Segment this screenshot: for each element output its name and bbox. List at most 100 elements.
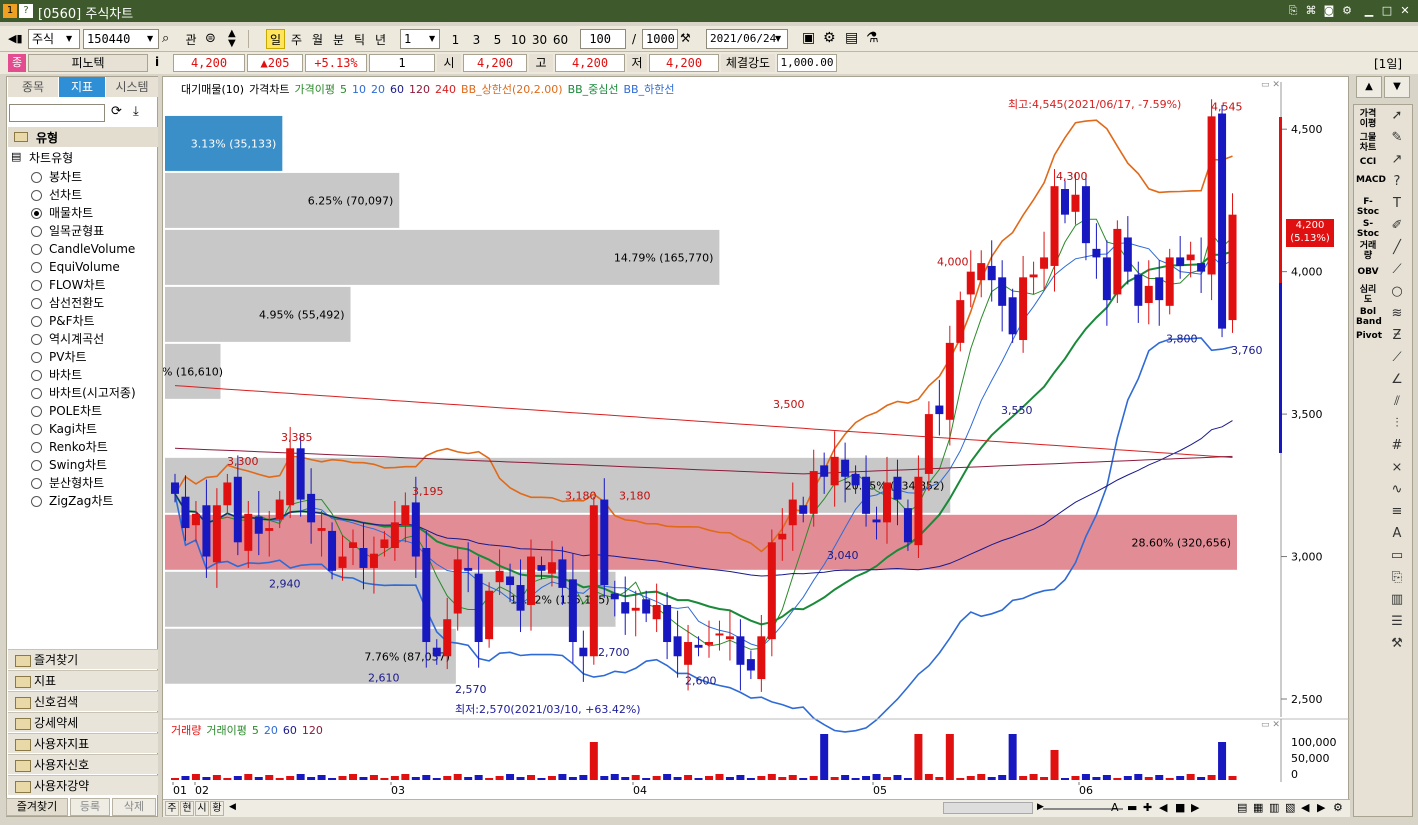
candle[interactable] (809, 471, 818, 514)
search-icon[interactable]: ⌕ (162, 31, 169, 46)
gear-icon[interactable]: ⚙ (1340, 4, 1354, 18)
line-icon[interactable]: ╱ (1386, 239, 1408, 257)
bottom-tab[interactable]: 현 (180, 801, 194, 816)
candle[interactable] (862, 476, 871, 514)
legend-item[interactable]: 60 (390, 83, 404, 96)
chart-type-item[interactable]: 삼선전환도 (49, 295, 104, 311)
candle[interactable] (820, 465, 829, 477)
candle[interactable] (432, 647, 441, 657)
chart-type-item[interactable]: ZigZag차트 (49, 493, 113, 509)
chart-type-group[interactable]: 차트유형 (29, 149, 73, 166)
candle[interactable] (317, 528, 326, 531)
candle[interactable] (1228, 214, 1237, 321)
candle[interactable] (1040, 257, 1049, 269)
candle[interactable] (516, 585, 525, 611)
chart-window-icon[interactable]: ▣ (802, 30, 815, 46)
folder-group-item[interactable]: 사용자지표 (8, 733, 158, 753)
indicator-button[interactable]: 가격 이평 (1356, 109, 1380, 129)
legend-item[interactable]: BB_하한선 (624, 83, 675, 96)
candle[interactable] (254, 516, 263, 534)
collapse-up-icon[interactable]: ▲ (1356, 76, 1382, 98)
chart-type-item[interactable]: 바차트 (49, 367, 82, 383)
candle[interactable] (474, 573, 483, 643)
search-input[interactable] (9, 104, 105, 122)
pen-icon[interactable]: ✐ (1386, 217, 1408, 235)
candle[interactable] (390, 522, 399, 548)
folder-group-item[interactable]: 강세약세 (8, 712, 158, 732)
camera-icon[interactable]: ◙ (1322, 4, 1336, 18)
indicator-button[interactable]: Bol Band (1356, 307, 1382, 327)
chart-type-item[interactable]: 선차트 (49, 187, 82, 203)
tools-icon[interactable]: ⚗ (866, 30, 879, 46)
indicator-button[interactable]: CCI (1356, 157, 1380, 167)
candle[interactable] (244, 513, 253, 551)
candle[interactable] (1071, 194, 1080, 212)
candle[interactable] (527, 556, 535, 605)
period-button[interactable]: 주 (287, 29, 306, 49)
settings-icon[interactable]: ⚒ (680, 31, 691, 45)
radio-button[interactable] (31, 244, 42, 255)
volume-window-icon[interactable]: ▭ ✕ (1261, 720, 1280, 730)
view-tool-icon[interactable]: ▧ (1285, 801, 1295, 814)
candle[interactable] (987, 265, 996, 281)
chart-type-item[interactable]: 역시계곡선 (49, 331, 104, 347)
candle[interactable] (349, 542, 357, 548)
volume-legend-item[interactable]: 20 (264, 724, 278, 737)
radio-button[interactable] (31, 208, 42, 219)
view-tool-icon[interactable]: ▥ (1269, 801, 1279, 814)
delete-button[interactable]: 삭제 (112, 798, 156, 816)
maximize-icon[interactable]: □ (1380, 4, 1394, 18)
collapse-down-icon[interactable]: ▼ (1384, 76, 1410, 98)
candle[interactable] (1061, 189, 1069, 215)
candle[interactable] (851, 473, 860, 486)
view-tool-icon[interactable]: ▦ (1253, 801, 1263, 814)
legend-item[interactable]: 5 (340, 83, 347, 96)
radio-button[interactable] (31, 280, 42, 291)
candle[interactable] (642, 599, 651, 614)
help-badge[interactable]: ? (19, 4, 33, 18)
bottom-tab[interactable]: 황 (210, 801, 224, 816)
legend-item[interactable]: 가격이평 (295, 83, 335, 96)
candle[interactable] (1029, 274, 1038, 278)
auto-icon[interactable]: A (1386, 525, 1408, 543)
candle[interactable] (338, 556, 347, 568)
ray-icon[interactable]: ⟋ (1386, 261, 1408, 279)
candle[interactable] (1155, 277, 1164, 301)
candle[interactable] (673, 636, 682, 657)
chart-type-item[interactable]: PV차트 (49, 349, 87, 365)
radio-button[interactable] (31, 316, 42, 327)
candle[interactable] (694, 644, 703, 648)
tab-stock[interactable]: 종목 (8, 77, 58, 97)
list-icon[interactable]: ☰ (1386, 613, 1408, 631)
candle[interactable] (935, 405, 944, 415)
wrench-icon[interactable]: ⚒ (1386, 635, 1408, 653)
period-button[interactable]: 틱 (350, 29, 369, 49)
bottom-tab[interactable]: 시 (195, 801, 209, 816)
chevron-down-icon[interactable]: ▼ (775, 34, 781, 43)
nav-button[interactable]: A (1111, 801, 1119, 814)
tab-indicator[interactable]: 지표 (59, 77, 105, 97)
download-icon[interactable]: ⤓ (133, 104, 139, 119)
chart-type-item[interactable]: 바차트(시고저종) (49, 385, 136, 401)
candle[interactable] (1134, 274, 1143, 306)
stock-name[interactable]: 피노텍 (28, 54, 148, 72)
period-button[interactable]: 년 (371, 29, 390, 49)
candle[interactable] (830, 456, 839, 486)
candle[interactable] (547, 562, 556, 574)
chart-type-item[interactable]: EquiVolume (49, 259, 120, 275)
radio-button[interactable] (31, 406, 42, 417)
candle[interactable] (1008, 297, 1017, 335)
candle[interactable] (495, 570, 504, 583)
candle[interactable] (757, 636, 766, 680)
equal-icon[interactable]: ≡ (1386, 503, 1408, 521)
bottom-tab[interactable]: 주 (165, 801, 179, 816)
candle[interactable] (631, 607, 640, 611)
folder-group-item[interactable]: 사용자신호 (8, 754, 158, 774)
indicator-button[interactable]: S-Stoc (1356, 219, 1380, 239)
period-button[interactable]: 월 (308, 29, 327, 49)
price-chart[interactable]: 3.13% (35,133) 6.25% (70,097) 14.79% (165,… (163, 77, 1350, 818)
legend-item[interactable]: 가격차트 (249, 83, 289, 96)
legend-item[interactable]: BB_중심선 (568, 83, 619, 96)
app-badge[interactable]: 1 (3, 4, 17, 18)
chart-type-item[interactable]: 봉차트 (49, 169, 82, 185)
